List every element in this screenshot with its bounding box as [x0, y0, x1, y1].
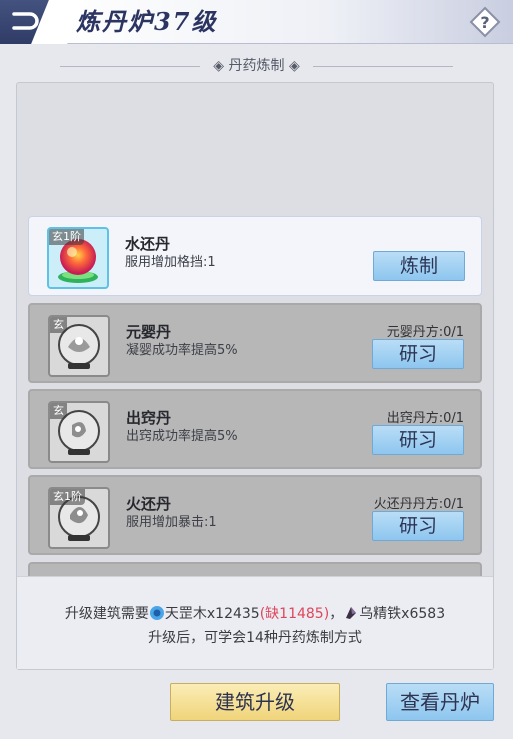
page-title: 炼丹炉37级: [76, 7, 218, 36]
tier-badge: 玄: [50, 317, 67, 333]
recipe-count: 火还丹丹方:0/1: [373, 497, 464, 512]
section-title: ◈ 丹药炼制 ◈: [213, 58, 300, 74]
list-item[interactable]: 玄1阶 火还丹 服用增加暴击:1 火还丹丹方:0/1 研习: [28, 475, 482, 555]
study-button[interactable]: 研习: [372, 425, 464, 455]
refine-button[interactable]: 炼制: [373, 251, 465, 281]
list-item-partial: [28, 562, 482, 576]
material-shortage: (缺11485): [259, 606, 330, 622]
pill-orb-icon: 玄1阶: [48, 487, 110, 549]
svg-text:?: ?: [480, 13, 489, 32]
study-button[interactable]: 研习: [372, 339, 464, 369]
wood-material-icon: [149, 606, 164, 620]
list-item[interactable]: 玄 元婴丹 凝婴成功率提高5% 元婴丹方:0/1 研习: [28, 303, 482, 383]
iron-material-icon: [346, 607, 357, 619]
recipe-count: 出窍丹方:0/1: [386, 411, 464, 426]
separator: ，: [329, 606, 344, 622]
item-description: 服用增加暴击:1: [126, 515, 217, 530]
item-description: 出窍成功率提高5%: [126, 429, 238, 444]
item-description: 凝婴成功率提高5%: [126, 343, 238, 358]
item-description: 服用增加格挡:1: [125, 255, 216, 270]
help-button[interactable]: ?: [469, 6, 501, 38]
view-furnace-button[interactable]: 查看丹炉: [386, 683, 494, 721]
tier-badge: 玄1阶: [49, 229, 84, 245]
top-bar: 炼丹炉37级 ?: [0, 0, 513, 44]
upgrade-requirement: 升级建筑需要 天罡木x12435(缺11485)， 乌精铁x6583: [17, 603, 493, 623]
question-mark-icon: ?: [469, 6, 501, 38]
tier-badge: 玄: [50, 403, 67, 419]
upgrade-benefit: 升级后，可学会14种丹药炼制方式: [148, 630, 362, 646]
tier-badge: 玄1阶: [50, 489, 85, 505]
list-item[interactable]: 玄 出窍丹 出窍成功率提高5% 出窍丹方:0/1 研习: [28, 389, 482, 469]
pill-orb-icon: 玄: [48, 315, 110, 377]
requirement-prefix: 升级建筑需要: [64, 606, 149, 622]
material-wood: 天罡木x12435: [164, 606, 260, 622]
recipe-count: 元婴丹方:0/1: [386, 325, 464, 340]
upgrade-building-button[interactable]: 建筑升级: [170, 683, 340, 721]
water-pill-icon: 玄1阶: [47, 227, 109, 289]
pill-orb-icon: 玄: [48, 401, 110, 463]
study-button[interactable]: 研习: [372, 511, 464, 541]
list-item[interactable]: 玄1阶 水还丹 服用增加格挡:1 炼制: [28, 216, 482, 296]
upgrade-info: 升级建筑需要 天罡木x12435(缺11485)， 乌精铁x6583 升级后，可学会…: [17, 576, 493, 669]
material-iron: 乌精铁x6583: [359, 606, 446, 622]
